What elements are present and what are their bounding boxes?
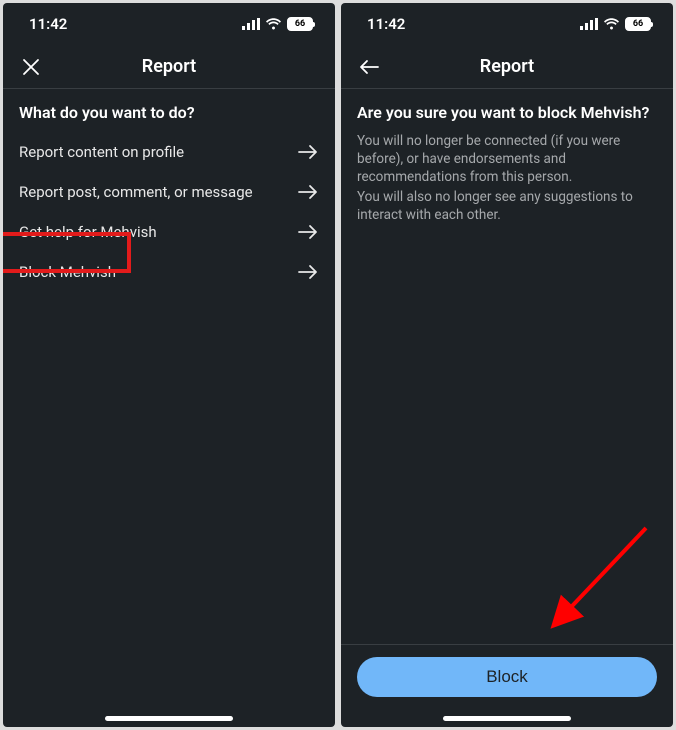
footer: Block [341, 644, 673, 727]
option-get-help[interactable]: Get help for Mehvish [19, 212, 319, 252]
chevron-right-icon [297, 144, 319, 160]
home-indicator[interactable] [105, 716, 233, 721]
wifi-icon [265, 18, 282, 30]
chevron-right-icon [297, 264, 319, 280]
status-bar: 11:42 66 [341, 3, 673, 45]
option-label: Block Mehvish [19, 263, 116, 281]
cellular-icon [580, 18, 598, 30]
back-arrow-icon [358, 58, 380, 76]
option-label: Report content on profile [19, 143, 184, 161]
page-title: Report [142, 56, 196, 77]
chevron-right-icon [297, 224, 319, 240]
chevron-right-icon [297, 184, 319, 200]
confirm-line2: You will also no longer see any suggesti… [357, 188, 657, 224]
header: Report [3, 45, 335, 89]
confirm-heading: Are you sure you want to block Mehvish? [357, 103, 657, 122]
back-button[interactable] [355, 53, 383, 81]
close-button[interactable] [17, 53, 45, 81]
page-title: Report [480, 56, 534, 77]
close-icon [21, 57, 41, 77]
wifi-icon [603, 18, 620, 30]
header: Report [341, 45, 673, 89]
battery-icon: 66 [287, 17, 313, 31]
confirm-description: You will no longer be connected (if you … [357, 132, 657, 224]
status-indicators: 66 [580, 17, 651, 31]
status-indicators: 66 [242, 17, 313, 31]
content-area: What do you want to do? Report content o… [3, 89, 335, 727]
prompt-text: What do you want to do? [19, 103, 319, 122]
option-report-post[interactable]: Report post, comment, or message [19, 172, 319, 212]
option-block-user[interactable]: Block Mehvish [19, 252, 319, 292]
home-indicator[interactable] [443, 716, 571, 721]
confirm-line1: You will no longer be connected (if you … [357, 132, 657, 187]
battery-icon: 66 [625, 17, 651, 31]
option-label: Report post, comment, or message [19, 183, 253, 201]
cellular-icon [242, 18, 260, 30]
status-time: 11:42 [367, 15, 405, 33]
screen-report-options: 11:42 66 Report What do you want to do? … [3, 3, 335, 727]
option-report-content[interactable]: Report content on profile [19, 132, 319, 172]
status-time: 11:42 [29, 15, 67, 33]
status-bar: 11:42 66 [3, 3, 335, 45]
option-label: Get help for Mehvish [19, 223, 157, 241]
screen-block-confirm: 11:42 66 Report Are you sure you want to… [341, 3, 673, 727]
content-area: Are you sure you want to block Mehvish? … [341, 89, 673, 644]
block-button[interactable]: Block [357, 657, 657, 697]
